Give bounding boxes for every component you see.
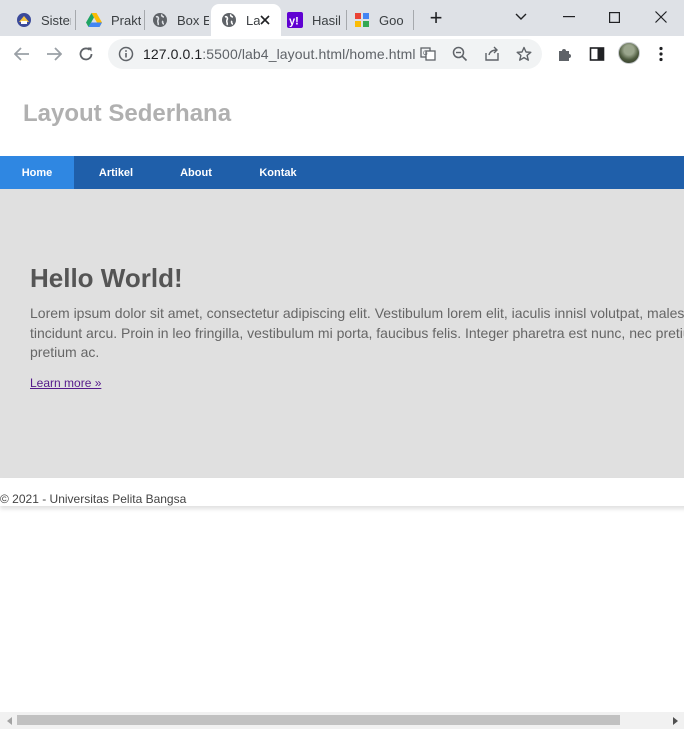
forward-button[interactable] <box>41 41 67 67</box>
chevron-down-icon <box>515 13 527 20</box>
url-host: 127.0.0.1 <box>143 46 203 62</box>
google-favicon-icon <box>354 12 370 28</box>
scrollbar-thumb[interactable] <box>17 715 620 725</box>
extensions-puzzle-icon[interactable] <box>555 44 575 64</box>
tab-title: Hasil <box>312 12 340 28</box>
side-panel-icon[interactable] <box>587 44 607 64</box>
hero-section: Hello World! Lorem ipsum dolor sit amet,… <box>0 189 684 478</box>
browser-tab-5[interactable]: y! Hasil <box>277 4 345 36</box>
reload-button[interactable] <box>73 41 99 67</box>
close-window-button[interactable] <box>638 0 684 34</box>
nav-item-kontak[interactable]: Kontak <box>246 156 310 189</box>
url-path: :5500/lab4_layout.html/home.html <box>202 46 416 62</box>
university-favicon-icon <box>16 12 32 28</box>
tab-title: Sister <box>41 12 71 28</box>
back-arrow-icon <box>14 47 29 61</box>
profile-avatar[interactable] <box>618 42 640 64</box>
new-tab-button[interactable]: + <box>424 7 448 29</box>
back-button[interactable] <box>9 41 35 67</box>
scroll-right-icon[interactable] <box>668 715 682 726</box>
svg-text:y!: y! <box>289 16 299 28</box>
share-icon[interactable] <box>484 46 500 62</box>
main-navigation: Home Artikel About Kontak <box>0 156 684 189</box>
minimize-button[interactable] <box>546 0 592 34</box>
tab-search-button[interactable] <box>498 0 544 34</box>
page-viewport: Layout Sederhana Home Artikel About Kont… <box>0 72 684 712</box>
tab-title: Goo <box>379 12 404 28</box>
browser-tab-2[interactable]: Prakt <box>76 4 144 36</box>
footer-copyright: © 2021 - Universitas Pelita Bangsa <box>0 492 187 506</box>
browser-tab-4-active[interactable]: La <box>211 4 281 36</box>
address-url: 127.0.0.1:5500/lab4_layout.html/home.htm… <box>143 46 416 62</box>
tab-title: Prakt <box>111 12 141 28</box>
translate-icon[interactable]: G <box>420 46 436 62</box>
reload-icon <box>79 47 93 61</box>
site-title: Layout Sederhana <box>23 100 232 127</box>
browser-toolbar: 127.0.0.1:5500/lab4_layout.html/home.htm… <box>0 36 684 72</box>
minimize-icon <box>563 16 575 18</box>
close-tab-icon[interactable] <box>257 12 273 28</box>
close-icon <box>655 11 667 23</box>
globe-icon <box>221 12 237 28</box>
svg-text:G: G <box>423 51 428 57</box>
bookmark-star-icon[interactable] <box>516 46 532 62</box>
yahoo-icon: y! <box>287 12 303 28</box>
learn-more-link[interactable]: Learn more » <box>30 376 101 390</box>
browser-tab-6[interactable]: Goo <box>344 4 412 36</box>
more-menu-icon[interactable] <box>651 44 671 64</box>
nav-item-about[interactable]: About <box>164 156 228 189</box>
site-info-icon[interactable] <box>118 46 134 62</box>
maximize-icon <box>608 11 620 23</box>
globe-icon <box>152 12 168 28</box>
address-bar[interactable]: 127.0.0.1:5500/lab4_layout.html/home.htm… <box>108 39 542 69</box>
hero-title: Hello World! <box>30 263 183 293</box>
browser-tab-3[interactable]: Box E <box>142 4 210 36</box>
zoom-out-icon[interactable] <box>452 46 468 62</box>
maximize-button[interactable] <box>591 0 637 34</box>
tab-title: Box E <box>177 12 209 28</box>
tab-separator <box>413 10 414 30</box>
browser-tab-1[interactable]: Sister <box>6 4 74 36</box>
forward-arrow-icon <box>47 47 62 61</box>
page-footer: © 2021 - Universitas Pelita Bangsa <box>0 478 684 506</box>
hero-paragraph: Lorem ipsum dolor sit amet, consectetur … <box>30 305 684 360</box>
nav-item-home[interactable]: Home <box>0 156 74 189</box>
horizontal-scrollbar[interactable] <box>0 712 684 729</box>
scroll-left-icon[interactable] <box>2 715 16 726</box>
nav-item-artikel[interactable]: Artikel <box>84 156 148 189</box>
tab-strip: Sister Prakt Box E La y! Hasil Goo + <box>0 0 684 36</box>
google-drive-icon <box>86 12 102 28</box>
